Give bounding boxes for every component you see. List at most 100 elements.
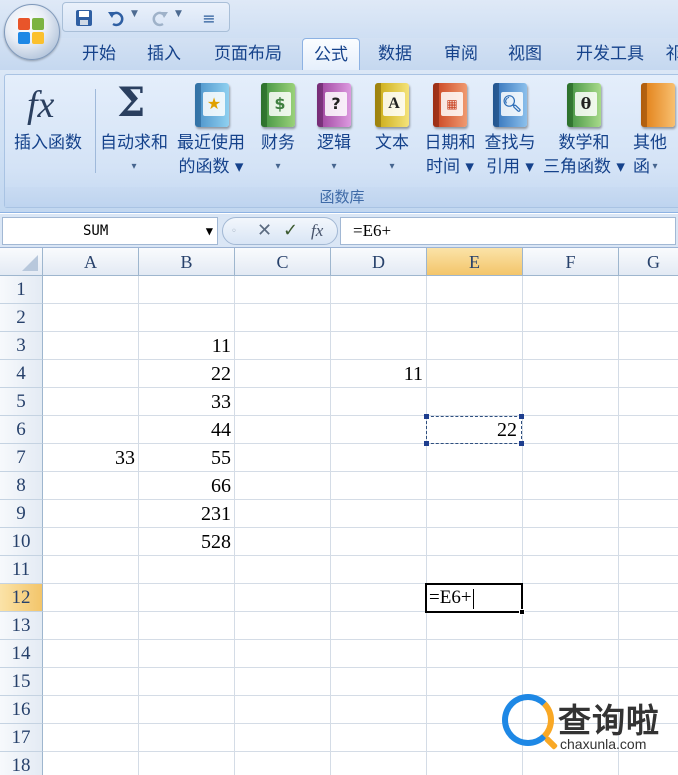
autosum-dropdown: ▾	[131, 161, 137, 172]
cancel-icon[interactable]: ✕	[257, 220, 272, 242]
ref-handle[interactable]	[424, 441, 429, 446]
column-header-c[interactable]: C	[235, 248, 331, 276]
tab-review[interactable]: 审阅	[432, 38, 490, 70]
cell-b8[interactable]: 66	[139, 472, 235, 500]
column-header-a[interactable]: A	[43, 248, 139, 276]
text-book-icon: A	[375, 83, 409, 127]
formula-input[interactable]: =E6+	[340, 217, 676, 245]
watermark-logo: 查询啦 chaxunla.com	[500, 692, 678, 754]
fill-handle[interactable]	[519, 609, 525, 615]
gridline	[43, 611, 678, 612]
row-header-5[interactable]: 5	[0, 388, 43, 416]
recent-book-icon: ★	[195, 83, 229, 127]
row-header-8[interactable]: 8	[0, 472, 43, 500]
math-trig-button[interactable]: θ 数学和 三角函数 ▾	[541, 79, 627, 183]
tab-view[interactable]: 视图	[496, 38, 554, 70]
math-book-icon: θ	[567, 83, 601, 127]
cell-b4[interactable]: 22	[139, 360, 235, 388]
cell-b10[interactable]: 528	[139, 528, 235, 556]
cell-a7[interactable]: 33	[43, 444, 139, 472]
customize-qat-icon[interactable]: ≡	[201, 7, 217, 29]
redo-icon[interactable]	[149, 7, 171, 29]
insert-function-icon[interactable]: fx	[311, 220, 323, 242]
enter-icon[interactable]: ✓	[283, 220, 298, 242]
row-header-9[interactable]: 9	[0, 500, 43, 528]
more-functions-book-icon	[641, 83, 675, 127]
redo-dropdown-icon[interactable]: ▼	[175, 9, 182, 19]
row-header-12[interactable]: 12	[0, 584, 43, 612]
row-header-13[interactable]: 13	[0, 612, 43, 640]
office-button[interactable]	[4, 4, 60, 60]
ref-handle[interactable]	[424, 414, 429, 419]
more-functions-button[interactable]: 其他函 ▾	[629, 79, 678, 183]
lookup-reference-button[interactable]: 🔍︎ 查找与 引用 ▾	[481, 79, 539, 183]
tab-insert[interactable]: 插入	[135, 38, 193, 70]
row-header-7[interactable]: 7	[0, 444, 43, 472]
recently-used-button[interactable]: ★ 最近使用 的函数 ▾	[171, 79, 251, 183]
undo-dropdown-icon[interactable]: ▼	[131, 9, 138, 19]
row-header-15[interactable]: 15	[0, 668, 43, 696]
ref-handle[interactable]	[519, 441, 524, 446]
column-header-d[interactable]: D	[331, 248, 427, 276]
row-header-14[interactable]: 14	[0, 640, 43, 668]
recently-used-label: 最近使用	[177, 133, 245, 153]
tab-home[interactable]: 开始	[70, 38, 128, 70]
function-library-group: fx 插入函数 Σ 自动求和 ▾ ★ 最近使用 的函数 ▾ $ 财务 ▾ ? 逻…	[4, 74, 678, 208]
row-header-18[interactable]: 18	[0, 752, 43, 775]
recently-used-label-2: 的函数 ▾	[178, 157, 244, 177]
referenced-cell-e6[interactable]: 22	[424, 414, 524, 446]
cell-d4[interactable]: 11	[331, 360, 427, 388]
tab-data[interactable]: 数据	[366, 38, 424, 70]
gridline	[43, 303, 678, 304]
financial-button[interactable]: $ 财务 ▾	[255, 79, 301, 183]
text-dropdown: ▾	[389, 161, 395, 172]
select-all-button[interactable]	[0, 248, 43, 276]
logical-book-icon: ?	[317, 83, 351, 127]
cell-b6[interactable]: 44	[139, 416, 235, 444]
more-functions-dropdown: ▾	[652, 161, 658, 172]
tab-overflow[interactable]: 祁	[664, 38, 678, 70]
autosum-button[interactable]: Σ 自动求和 ▾	[95, 79, 173, 183]
cell-b3[interactable]: 11	[139, 332, 235, 360]
lookup-book-icon: 🔍︎	[493, 83, 527, 127]
tab-formulas[interactable]: 公式	[302, 38, 360, 72]
date-time-label-2: 时间 ▾	[426, 157, 474, 177]
active-cell-e12[interactable]: =E6+	[425, 583, 525, 615]
column-header-g[interactable]: G	[619, 248, 678, 276]
row-header-1[interactable]: 1	[0, 276, 43, 304]
row-header-10[interactable]: 10	[0, 528, 43, 556]
logical-button[interactable]: ? 逻辑 ▾	[311, 79, 357, 183]
ribbon-tab-bar: 开始 插入 页面布局 公式 数据 审阅 视图 开发工具 祁	[0, 38, 678, 72]
save-icon[interactable]	[73, 7, 95, 29]
undo-icon[interactable]	[105, 7, 127, 29]
tab-developer[interactable]: 开发工具	[562, 38, 658, 70]
gridline	[43, 583, 678, 584]
name-box-dropdown-icon[interactable]: ▼	[206, 218, 213, 244]
column-header-f[interactable]: F	[523, 248, 619, 276]
column-header-b[interactable]: B	[139, 248, 235, 276]
tab-page-layout[interactable]: 页面布局	[200, 38, 296, 70]
row-header-3[interactable]: 3	[0, 332, 43, 360]
row-header-11[interactable]: 11	[0, 556, 43, 584]
sigma-icon: Σ	[117, 79, 146, 126]
row-header-17[interactable]: 17	[0, 724, 43, 752]
column-header-e[interactable]: E	[427, 248, 523, 276]
financial-dropdown: ▾	[275, 161, 281, 172]
row-header-6[interactable]: 6	[0, 416, 43, 444]
ref-handle[interactable]	[519, 414, 524, 419]
row-header-2[interactable]: 2	[0, 304, 43, 332]
fx-icon: fx	[27, 84, 55, 126]
cell-b7[interactable]: 55	[139, 444, 235, 472]
insert-function-button[interactable]: fx 插入函数	[7, 79, 89, 183]
row-header-16[interactable]: 16	[0, 696, 43, 724]
cell-b9[interactable]: 231	[139, 500, 235, 528]
cell-b5[interactable]: 33	[139, 388, 235, 416]
text-button[interactable]: A 文本 ▾	[369, 79, 415, 183]
name-box-value: SUM	[83, 223, 109, 239]
date-time-button[interactable]: ▦ 日期和 时间 ▾	[421, 79, 479, 183]
row-header-4[interactable]: 4	[0, 360, 43, 388]
office-logo-icon	[18, 18, 46, 46]
name-box[interactable]: SUM ▼	[2, 217, 218, 245]
text-caret	[472, 588, 474, 609]
gridline	[43, 667, 678, 668]
